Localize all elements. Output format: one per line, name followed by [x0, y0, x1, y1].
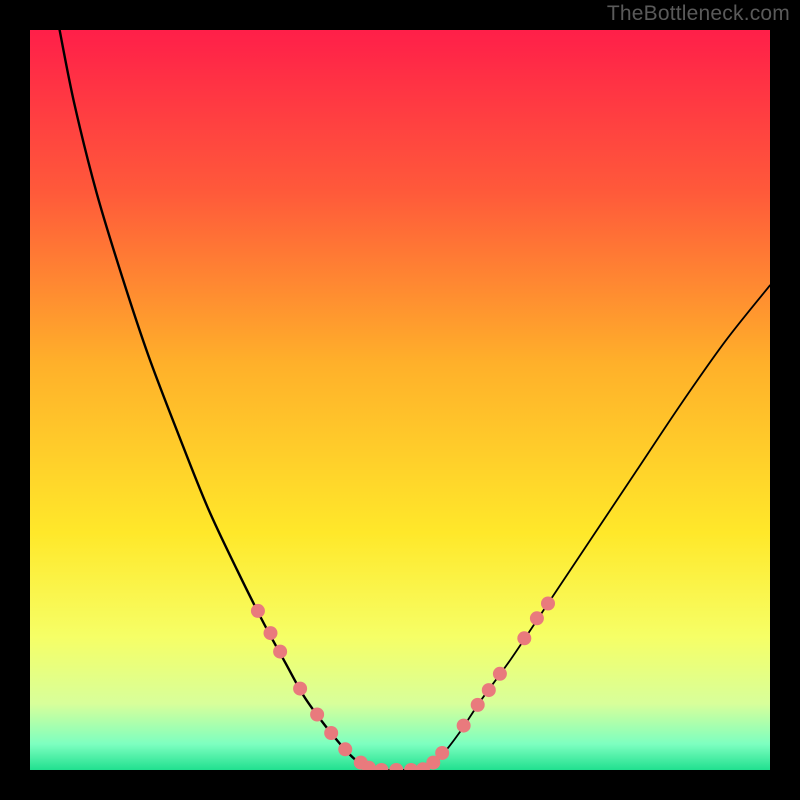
- marker-dot: [482, 683, 496, 697]
- chart-stage: TheBottleneck.com: [0, 0, 800, 800]
- marker-dot: [273, 645, 287, 659]
- marker-dot: [338, 742, 352, 756]
- marker-dot: [517, 631, 531, 645]
- watermark-label: TheBottleneck.com: [607, 2, 790, 26]
- marker-dot: [251, 604, 265, 618]
- marker-dot: [457, 719, 471, 733]
- marker-dot: [293, 682, 307, 696]
- marker-dot: [389, 763, 403, 777]
- marker-dot: [541, 597, 555, 611]
- marker-dot: [362, 761, 376, 775]
- marker-dot: [435, 746, 449, 760]
- plot-background: [30, 30, 770, 770]
- marker-dot: [324, 726, 338, 740]
- marker-dot: [264, 626, 278, 640]
- marker-dot: [530, 611, 544, 625]
- marker-dot: [471, 698, 485, 712]
- plot-svg: [0, 0, 800, 800]
- marker-dot: [375, 763, 389, 777]
- marker-dot: [310, 708, 324, 722]
- marker-dot: [493, 667, 507, 681]
